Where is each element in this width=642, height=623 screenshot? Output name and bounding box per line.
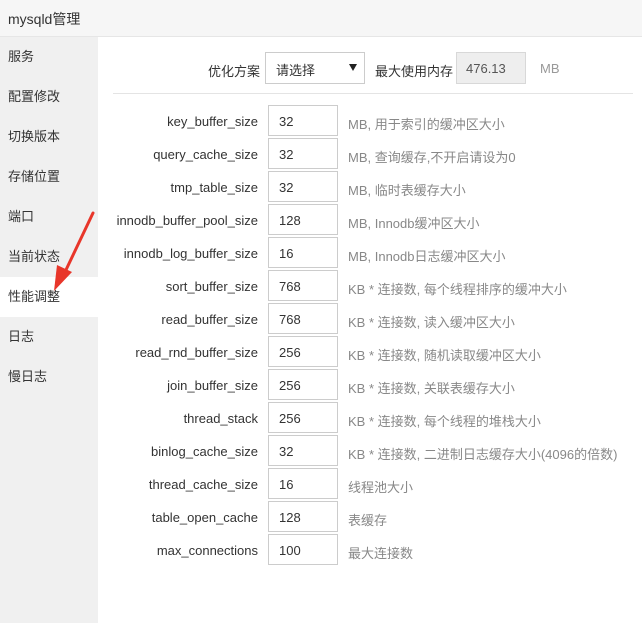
param-name: table_open_cache [151, 510, 258, 525]
param-desc: 线程池大小 [348, 480, 414, 495]
sidebar-item-port[interactable]: 端口 [0, 197, 98, 237]
param-name: query_cache_size [153, 147, 258, 162]
param-name: key_buffer_size [167, 114, 258, 129]
param-name: join_buffer_size [167, 378, 258, 393]
param-row: binlog_cache_size 32 KB * 连接数, 二进制日志缓存大小… [98, 435, 642, 468]
param-desc: 表缓存 [348, 513, 388, 528]
param-name: thread_stack [183, 411, 258, 426]
param-input[interactable]: 32 [268, 138, 338, 169]
caret-down-icon [349, 64, 357, 71]
sidebar-item-log[interactable]: 日志 [0, 317, 98, 357]
param-row: thread_cache_size 16 线程池大小 [98, 468, 642, 501]
param-desc: MB, Innodb缓冲区大小 [348, 216, 480, 231]
param-name: sort_buffer_size [165, 279, 258, 294]
param-name: innodb_buffer_pool_size [116, 213, 258, 228]
param-name: read_buffer_size [161, 312, 258, 327]
sidebar-item-slow-log[interactable]: 慢日志 [0, 357, 98, 397]
param-input[interactable]: 256 [268, 336, 338, 367]
scheme-select[interactable]: 请选择 [265, 52, 365, 84]
param-name: read_rnd_buffer_size [135, 345, 258, 360]
sidebar-item-service[interactable]: 服务 [0, 37, 98, 77]
param-name: binlog_cache_size [151, 444, 258, 459]
param-input[interactable]: 128 [268, 501, 338, 532]
param-input[interactable]: 256 [268, 369, 338, 400]
param-input[interactable]: 128 [268, 204, 338, 235]
param-input[interactable]: 32 [268, 171, 338, 202]
param-desc: MB, 查询缓存,不开启请设为0 [348, 150, 516, 165]
sidebar-item-storage[interactable]: 存储位置 [0, 157, 98, 197]
param-input[interactable]: 32 [268, 105, 338, 136]
param-desc: KB * 连接数, 随机读取缓冲区大小 [348, 348, 541, 363]
param-desc: MB, Innodb日志缓冲区大小 [348, 249, 506, 264]
param-desc: MB, 用于索引的缓冲区大小 [348, 117, 505, 132]
param-row: read_buffer_size 768 KB * 连接数, 读入缓冲区大小 [98, 303, 642, 336]
maxmem-field: 476.13 [456, 52, 526, 84]
window-titlebar: mysqld管理 [0, 0, 642, 37]
param-desc: KB * 连接数, 关联表缓存大小 [348, 381, 515, 396]
sidebar-item-performance[interactable]: 性能调整 [0, 277, 98, 317]
param-desc: 最大连接数 [348, 546, 414, 561]
param-desc: MB, 临时表缓存大小 [348, 183, 466, 198]
param-input[interactable]: 100 [268, 534, 338, 565]
sidebar-item-switch-version[interactable]: 切换版本 [0, 117, 98, 157]
param-row: max_connections 100 最大连接数 [98, 534, 642, 567]
maxmem-unit: MB [540, 61, 560, 76]
param-row: thread_stack 256 KB * 连接数, 每个线程的堆栈大小 [98, 402, 642, 435]
performance-panel: 优化方案 请选择 最大使用内存 476.13 MB key_buffer_siz… [98, 37, 642, 623]
param-name: thread_cache_size [148, 477, 258, 492]
param-row: innodb_buffer_pool_size 128 MB, Innodb缓冲… [98, 204, 642, 237]
param-row: read_rnd_buffer_size 256 KB * 连接数, 随机读取缓… [98, 336, 642, 369]
maxmem-label: 最大使用内存 [375, 64, 454, 79]
param-input[interactable]: 16 [268, 468, 338, 499]
optimize-row: 优化方案 请选择 最大使用内存 476.13 MB [98, 52, 642, 86]
param-desc: KB * 连接数, 读入缓冲区大小 [348, 315, 515, 330]
sidebar-item-status[interactable]: 当前状态 [0, 237, 98, 277]
scheme-label: 优化方案 [208, 64, 261, 79]
divider [113, 93, 633, 94]
param-name: tmp_table_size [170, 180, 258, 195]
sidebar: 服务 配置修改 切换版本 存储位置 端口 当前状态 性能调整 日志 慢日志 [0, 37, 98, 623]
param-row: join_buffer_size 256 KB * 连接数, 关联表缓存大小 [98, 369, 642, 402]
param-name: innodb_log_buffer_size [123, 246, 258, 261]
param-desc: KB * 连接数, 每个线程排序的缓冲大小 [348, 282, 567, 297]
param-input[interactable]: 32 [268, 435, 338, 466]
param-row: table_open_cache 128 表缓存 [98, 501, 642, 534]
param-row: sort_buffer_size 768 KB * 连接数, 每个线程排序的缓冲… [98, 270, 642, 303]
param-row: query_cache_size 32 MB, 查询缓存,不开启请设为0 [98, 138, 642, 171]
param-name: max_connections [156, 543, 258, 558]
param-input[interactable]: 256 [268, 402, 338, 433]
sidebar-item-config[interactable]: 配置修改 [0, 77, 98, 117]
param-input[interactable]: 768 [268, 303, 338, 334]
param-row: innodb_log_buffer_size 16 MB, Innodb日志缓冲… [98, 237, 642, 270]
scheme-select-value: 请选择 [276, 63, 316, 78]
param-desc: KB * 连接数, 每个线程的堆栈大小 [348, 414, 541, 429]
param-row: key_buffer_size 32 MB, 用于索引的缓冲区大小 [98, 105, 642, 138]
param-desc: KB * 连接数, 二进制日志缓存大小(4096的倍数) [348, 447, 618, 462]
window-title: mysqld管理 [8, 11, 81, 27]
param-input[interactable]: 16 [268, 237, 338, 268]
param-row: tmp_table_size 32 MB, 临时表缓存大小 [98, 171, 642, 204]
param-input[interactable]: 768 [268, 270, 338, 301]
